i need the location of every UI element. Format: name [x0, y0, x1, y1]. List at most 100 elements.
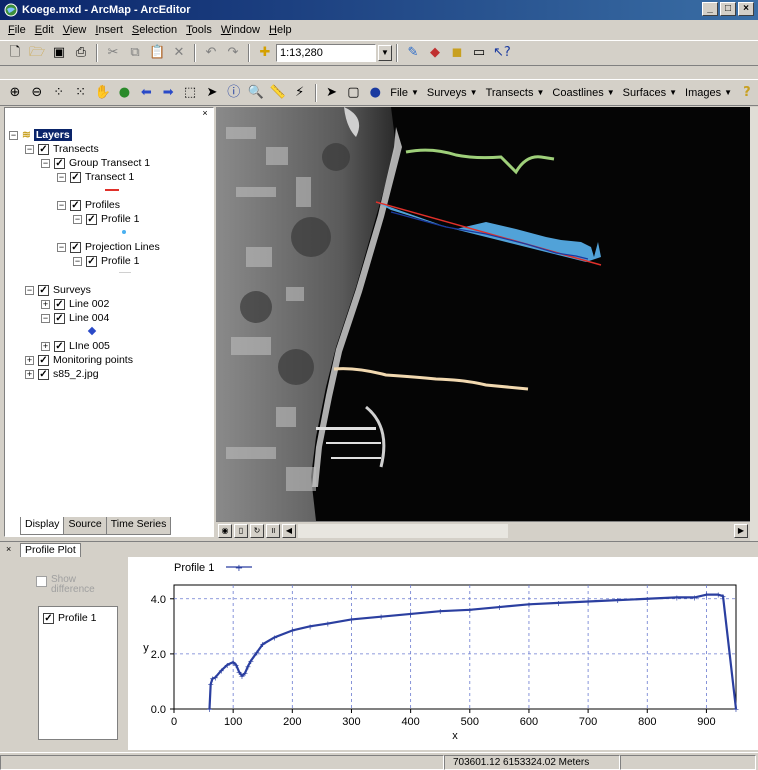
menu-window[interactable]: Window [221, 24, 260, 36]
checkbox-checked-icon[interactable]: ✓ [38, 354, 49, 366]
measure-icon[interactable]: 📏 [270, 85, 286, 101]
collapse-icon[interactable]: − [73, 256, 82, 266]
expand-icon[interactable]: + [41, 341, 50, 351]
globe-icon[interactable]: ● [367, 85, 383, 101]
collapse-icon[interactable]: − [73, 214, 82, 224]
toc-transect-1[interactable]: − ✓ Transect 1 [57, 170, 134, 184]
menu-view[interactable]: View [63, 24, 87, 36]
undo-icon[interactable]: ↶ [203, 45, 219, 61]
select-features-icon[interactable]: ⬚ [182, 85, 198, 101]
frame-icon[interactable]: ▢ [346, 85, 362, 101]
toc-transects[interactable]: − ✓ Transects [25, 142, 99, 156]
checkbox-checked-icon[interactable]: ✓ [86, 255, 97, 267]
checkbox-checked-icon[interactable]: ✓ [38, 284, 49, 296]
close-button[interactable]: × [738, 2, 754, 16]
scale-dropdown-button[interactable]: ▼ [378, 45, 392, 61]
editor-toolbar-icon[interactable]: ✎ [405, 45, 421, 61]
menu-edit[interactable]: Edit [35, 24, 54, 36]
toc-projection-lines[interactable]: − ✓ Projection Lines [57, 240, 160, 254]
checkbox-checked-icon[interactable]: ✓ [38, 143, 49, 155]
pointer-icon[interactable]: ➤ [324, 85, 340, 101]
toc-proj-profile-1[interactable]: − ✓ Profile 1 [73, 254, 140, 268]
menu-help[interactable]: Help [269, 24, 292, 36]
expand-icon[interactable]: + [25, 355, 34, 365]
checkbox-checked-icon[interactable]: ✓ [86, 213, 97, 225]
back-extent-icon[interactable]: ⬅ [138, 85, 154, 101]
menu-insert[interactable]: Insert [95, 24, 123, 36]
collapse-icon[interactable]: − [41, 158, 50, 168]
menu-tools[interactable]: Tools [186, 24, 212, 36]
custom-menu-coastlines[interactable]: Coastlines ▼ [552, 87, 614, 99]
minimize-button[interactable]: _ [702, 2, 718, 16]
forward-extent-icon[interactable]: ➡ [160, 85, 176, 101]
checkbox-checked-icon[interactable]: ✓ [70, 171, 81, 183]
menu-file[interactable]: File [8, 24, 26, 36]
scroll-right-icon[interactable]: ▶ [734, 523, 748, 538]
collapse-icon[interactable]: − [57, 242, 66, 252]
pan-hand-icon[interactable]: ✋ [95, 85, 111, 101]
toc-close-icon[interactable]: × [200, 109, 210, 118]
expand-icon[interactable]: + [41, 299, 50, 309]
checkbox-checked-icon[interactable]: ✓ [70, 241, 81, 253]
find-icon[interactable]: 🔍 [248, 85, 264, 101]
refresh-icon[interactable]: ↻ [250, 523, 264, 538]
checkbox-checked-icon[interactable]: ✓ [54, 312, 65, 324]
list-item[interactable]: ✓ Profile 1 [43, 611, 97, 625]
toc-group-transect[interactable]: − ✓ Group Transect 1 [41, 156, 150, 170]
checkbox-checked-icon[interactable]: ✓ [43, 612, 54, 624]
zoom-in-icon[interactable]: ⊕ [7, 85, 23, 101]
scroll-track[interactable] [298, 523, 508, 538]
toc-profiles[interactable]: − ✓ Profiles [57, 198, 120, 212]
custom-menu-images[interactable]: Images ▼ [685, 87, 732, 99]
custom-menu-surfaces[interactable]: Surfaces ▼ [623, 87, 677, 99]
fixed-zoom-out-icon[interactable]: ⁙ [73, 85, 89, 101]
new-document-icon[interactable]: 🗋 [7, 45, 23, 61]
identify-icon[interactable]: ⓘ [226, 85, 242, 101]
whats-this-help-icon[interactable]: ↖? [493, 45, 511, 61]
fixed-zoom-in-icon[interactable]: ⁘ [51, 85, 67, 101]
layout-view-icon[interactable]: ▯ [234, 523, 248, 538]
tab-profile-plot[interactable]: Profile Plot [20, 543, 81, 557]
arctoolbox-icon[interactable]: ◆ [427, 45, 443, 61]
save-icon[interactable]: ▣ [51, 45, 67, 61]
hyperlink-icon[interactable]: ⚡ [292, 85, 308, 101]
checkbox-unchecked-icon[interactable] [36, 576, 47, 587]
checkbox-checked-icon[interactable]: ✓ [38, 368, 49, 380]
pause-icon[interactable]: ॥ [266, 523, 280, 538]
toc-image-layer[interactable]: + ✓ s85_2.jpg [25, 367, 99, 381]
map-view[interactable] [216, 107, 750, 521]
collapse-icon[interactable]: − [57, 172, 66, 182]
copy-icon[interactable]: ⧉ [127, 45, 143, 61]
zoom-out-icon[interactable]: ⊖ [29, 85, 45, 101]
custom-menu-surveys[interactable]: Surveys ▼ [427, 87, 478, 99]
collapse-icon[interactable]: − [25, 144, 34, 154]
map-horizontal-scrollbar[interactable]: ◉ ▯ ↻ ॥ ◀ ▶ [216, 521, 750, 539]
checkbox-checked-icon[interactable]: ✓ [54, 298, 65, 310]
collapse-icon[interactable]: − [9, 130, 18, 140]
dock-close-icon[interactable]: × [6, 544, 11, 554]
paste-icon[interactable]: 📋 [149, 45, 165, 61]
toc-layers[interactable]: − ≋ Layers [9, 128, 72, 142]
show-difference-option[interactable]: Show difference [36, 575, 103, 595]
delete-icon[interactable]: ✕ [171, 45, 187, 61]
toc-surveys[interactable]: − ✓ Surveys [25, 283, 91, 297]
cut-icon[interactable]: ✂ [105, 45, 121, 61]
help-question-icon[interactable]: ? [739, 85, 755, 101]
select-elements-icon[interactable]: ➤ [204, 85, 220, 101]
tab-display[interactable]: Display [20, 517, 65, 535]
toc-profile-1[interactable]: − ✓ Profile 1 [73, 212, 140, 226]
custom-menu-transects[interactable]: Transects ▼ [486, 87, 545, 99]
arccatalog-icon[interactable]: ◼ [449, 45, 465, 61]
toc-line-005[interactable]: + ✓ LIne 005 [41, 339, 110, 353]
custom-menu-file[interactable]: File ▼ [390, 87, 419, 99]
data-view-icon[interactable]: ◉ [218, 523, 232, 538]
redo-icon[interactable]: ↷ [225, 45, 241, 61]
expand-icon[interactable]: + [25, 369, 34, 379]
checkbox-checked-icon[interactable]: ✓ [54, 340, 65, 352]
menu-selection[interactable]: Selection [132, 24, 177, 36]
map-scale-combo[interactable]: 1:13,280 [276, 44, 376, 62]
maximize-button[interactable]: □ [720, 2, 736, 16]
add-data-icon[interactable]: ✚ [257, 45, 273, 61]
command-line-icon[interactable]: ▭ [471, 45, 487, 61]
tab-time-series[interactable]: Time Series [105, 517, 172, 535]
